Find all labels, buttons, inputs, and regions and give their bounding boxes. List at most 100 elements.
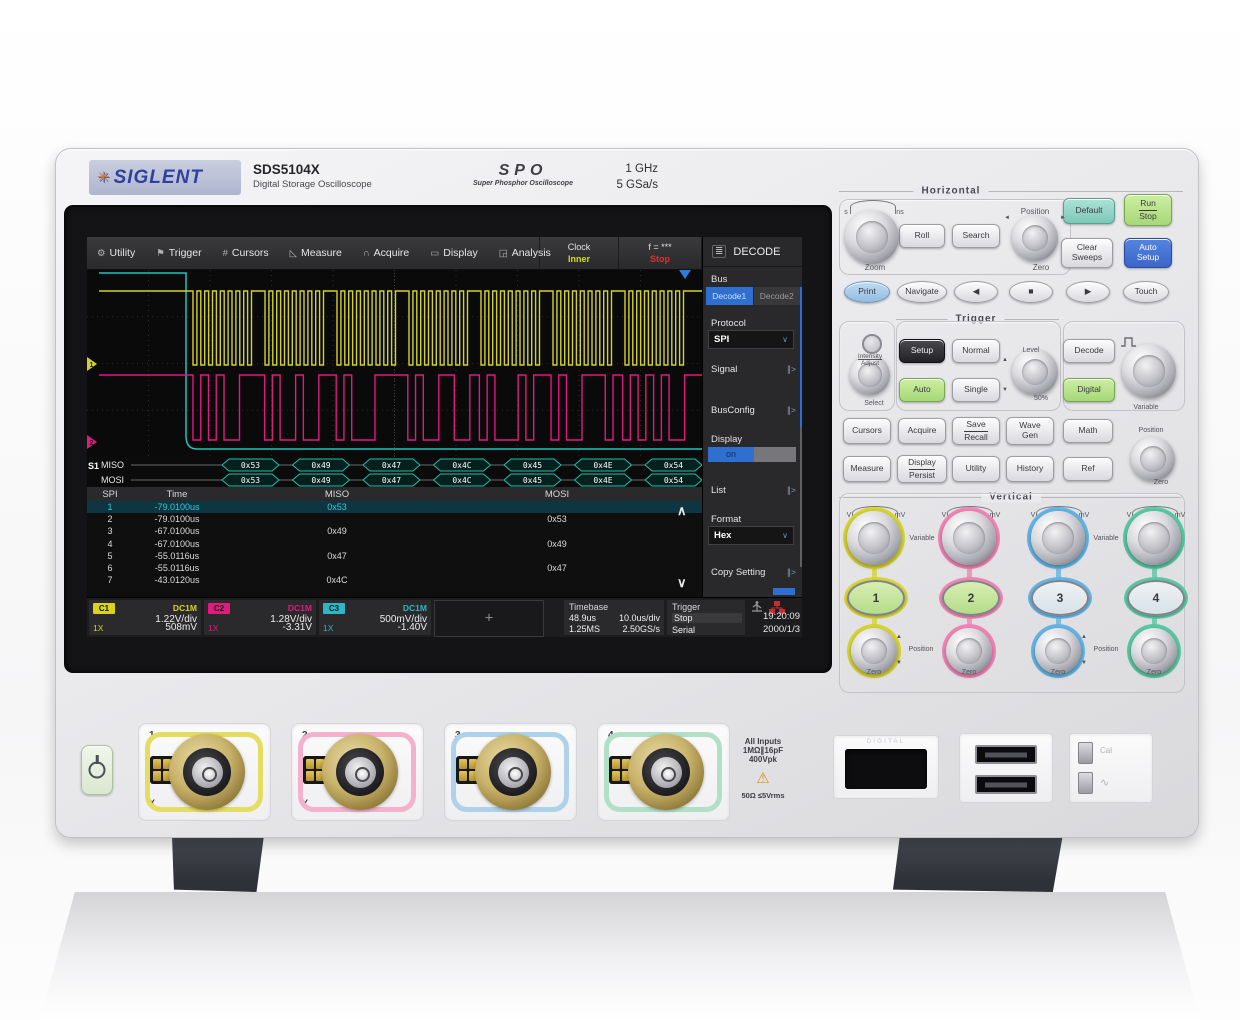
menu-item-measure[interactable]: ◺Measure	[290, 247, 342, 259]
menu-item-acquire[interactable]: ∩Acquire	[363, 247, 409, 259]
display-toggle[interactable]: on	[708, 447, 796, 462]
touch-screen[interactable]: Clock Inner f = *** Stop ⚙Utility ⚑Trigge…	[87, 237, 802, 637]
horizontal-position-knob[interactable]	[1012, 215, 1058, 261]
list-row[interactable]: List ∥>	[711, 485, 796, 496]
timebase-box[interactable]: Timebase 48.9us 10.0us/div 1.25MS 2.50GS…	[564, 600, 664, 635]
ch3-position-knob[interactable]	[1035, 628, 1081, 674]
offset-value: -1.40V	[398, 622, 427, 633]
table-row[interactable]: 5-55.0116us0x47	[87, 550, 702, 562]
ch4-scale-knob[interactable]	[1127, 511, 1181, 565]
channel-1-button[interactable]: 1	[847, 580, 905, 616]
table-row[interactable]: 4-67.0100us0x49	[87, 538, 702, 550]
waveform-plot[interactable]: 12	[87, 270, 702, 457]
wave-gen-button[interactable]: WaveGen	[1006, 417, 1054, 445]
navigate-button[interactable]: Navigate	[897, 281, 947, 303]
table-row[interactable]: 7-43.0120us0x4C	[87, 574, 702, 586]
signal-row[interactable]: Signal ∥>	[711, 364, 796, 375]
run-stop-button[interactable]: RunStop	[1124, 194, 1172, 226]
trigger-status-box[interactable]: Trigger Stop Serial	[667, 600, 745, 635]
plus-crosshair-icon: +	[485, 609, 494, 626]
channel4-placeholder[interactable]: +	[434, 600, 544, 637]
menu-item-display[interactable]: ▭Display	[430, 247, 477, 259]
math-button[interactable]: Math	[1063, 419, 1113, 443]
busconfig-row[interactable]: BusConfig ∥>	[711, 405, 796, 416]
trigger-level-knob[interactable]	[1012, 349, 1058, 395]
ch1-position-knob[interactable]	[851, 628, 897, 674]
playback-stop-button[interactable]: ■	[1009, 281, 1053, 303]
protocol-select[interactable]: SPI ∨	[708, 330, 794, 349]
trigger-auto-button[interactable]: Auto	[899, 378, 945, 402]
menu-item-label: Measure	[301, 247, 342, 259]
trigger-single-button[interactable]: Single	[952, 378, 1000, 402]
channel-status-c2[interactable]: C2DC1M1.28V/div1X-3.31V	[204, 600, 316, 635]
button-label: Search	[963, 231, 990, 241]
decode-button[interactable]: Decode	[1063, 339, 1115, 363]
channel-status-c3[interactable]: C3DC1M500mV/div1X-1.40V	[319, 600, 431, 635]
measure-button[interactable]: Measure	[843, 456, 891, 482]
bus-value: 0x47	[382, 476, 401, 485]
roll-button[interactable]: Roll	[899, 224, 945, 248]
copy-setting-row[interactable]: Copy Setting ∥>	[711, 567, 796, 578]
utility-button[interactable]: Utility	[952, 456, 1000, 482]
table-row[interactable]: 6-55.0116us0x47	[87, 562, 702, 574]
format-select[interactable]: Hex ∨	[708, 526, 794, 545]
print-button[interactable]: Print	[844, 281, 890, 303]
menu-item-cursors[interactable]: #Cursors	[223, 247, 269, 259]
ch2-scale-knob[interactable]	[942, 511, 996, 565]
ch4-position-knob[interactable]	[1131, 628, 1177, 674]
math-position-knob[interactable]	[1131, 437, 1175, 481]
history-button[interactable]: History	[1006, 456, 1054, 482]
trigger-normal-button[interactable]: Normal	[952, 339, 1000, 363]
menu-item-utility[interactable]: ⚙Utility	[97, 247, 135, 259]
trigger-setup-button[interactable]: Setup	[899, 339, 945, 363]
label-zero-2: Zero	[962, 669, 976, 676]
digital-probe-slot[interactable]	[845, 749, 927, 789]
screen-menu-bar: Clock Inner f = *** Stop ⚙Utility ⚑Trigge…	[87, 237, 802, 270]
default-button[interactable]: Default	[1063, 198, 1115, 224]
usb-port-1[interactable]	[975, 745, 1037, 764]
decode2-tab[interactable]: Decode2	[754, 287, 801, 305]
coupling-label: DC1M	[288, 603, 312, 613]
label-intensity: Intensity	[858, 353, 882, 360]
acquire-button[interactable]: Acquire	[898, 418, 946, 444]
button-label: Default	[1076, 206, 1103, 216]
cal-clip-2[interactable]	[1078, 772, 1093, 794]
cursors-button[interactable]: Cursors	[843, 418, 891, 444]
trigger-variable-knob[interactable]	[1122, 344, 1176, 398]
channel-3-button[interactable]: 3	[1031, 580, 1089, 616]
decode1-tab[interactable]: Decode1	[706, 287, 753, 305]
menu-item-analysis[interactable]: ◲Analysis	[499, 247, 551, 259]
digital-button[interactable]: Digital	[1063, 378, 1115, 402]
horizontal-scale-knob[interactable]	[845, 210, 899, 264]
usb-port-2[interactable]	[975, 775, 1037, 794]
next-frame-button[interactable]: ▶	[1066, 281, 1110, 303]
cal-clip-1[interactable]	[1078, 742, 1093, 764]
scrollbar-thumb[interactable]	[800, 287, 802, 427]
scroll-down-arrow[interactable]: ∨	[677, 575, 687, 591]
siglent-pinwheel-icon: ✳	[97, 170, 110, 185]
clock-status[interactable]: Clock Inner	[539, 237, 618, 270]
table-row[interactable]: 3-67.0100us0x49	[87, 525, 702, 537]
channel-4-button[interactable]: 4	[1127, 580, 1185, 616]
menu-item-trigger[interactable]: ⚑Trigger	[156, 247, 201, 259]
ref-button[interactable]: Ref	[1063, 457, 1113, 481]
auto-setup-button[interactable]: AutoSetup	[1124, 238, 1172, 268]
clear-sweeps-button[interactable]: ClearSweeps	[1061, 238, 1113, 268]
channel-2-button[interactable]: 2	[942, 580, 1000, 616]
ch2-position-knob[interactable]	[946, 628, 992, 674]
table-row[interactable]: 2-79.0100us0x53	[87, 513, 702, 525]
search-button[interactable]: Search	[952, 224, 1000, 248]
ch3-scale-knob[interactable]	[1031, 511, 1085, 565]
channel-status-c1[interactable]: C1DC1M1.22V/div1X508mV	[89, 600, 201, 635]
touch-button[interactable]: Touch	[1123, 281, 1169, 303]
freq-counter-status[interactable]: f = *** Stop	[618, 237, 702, 270]
prev-frame-button[interactable]: ◀	[954, 281, 998, 303]
trigger-mode: Serial	[672, 625, 695, 635]
ch1-scale-knob[interactable]	[847, 511, 901, 565]
button-label: Setup	[1137, 253, 1159, 263]
power-button[interactable]	[81, 745, 113, 795]
save-recall-button[interactable]: SaveRecall	[952, 417, 1000, 445]
display-persist-button[interactable]: DisplayPersist	[897, 455, 947, 483]
table-row[interactable]: 1-79.0100us0x53	[87, 501, 702, 513]
scroll-up-arrow[interactable]: ∧	[677, 503, 687, 519]
